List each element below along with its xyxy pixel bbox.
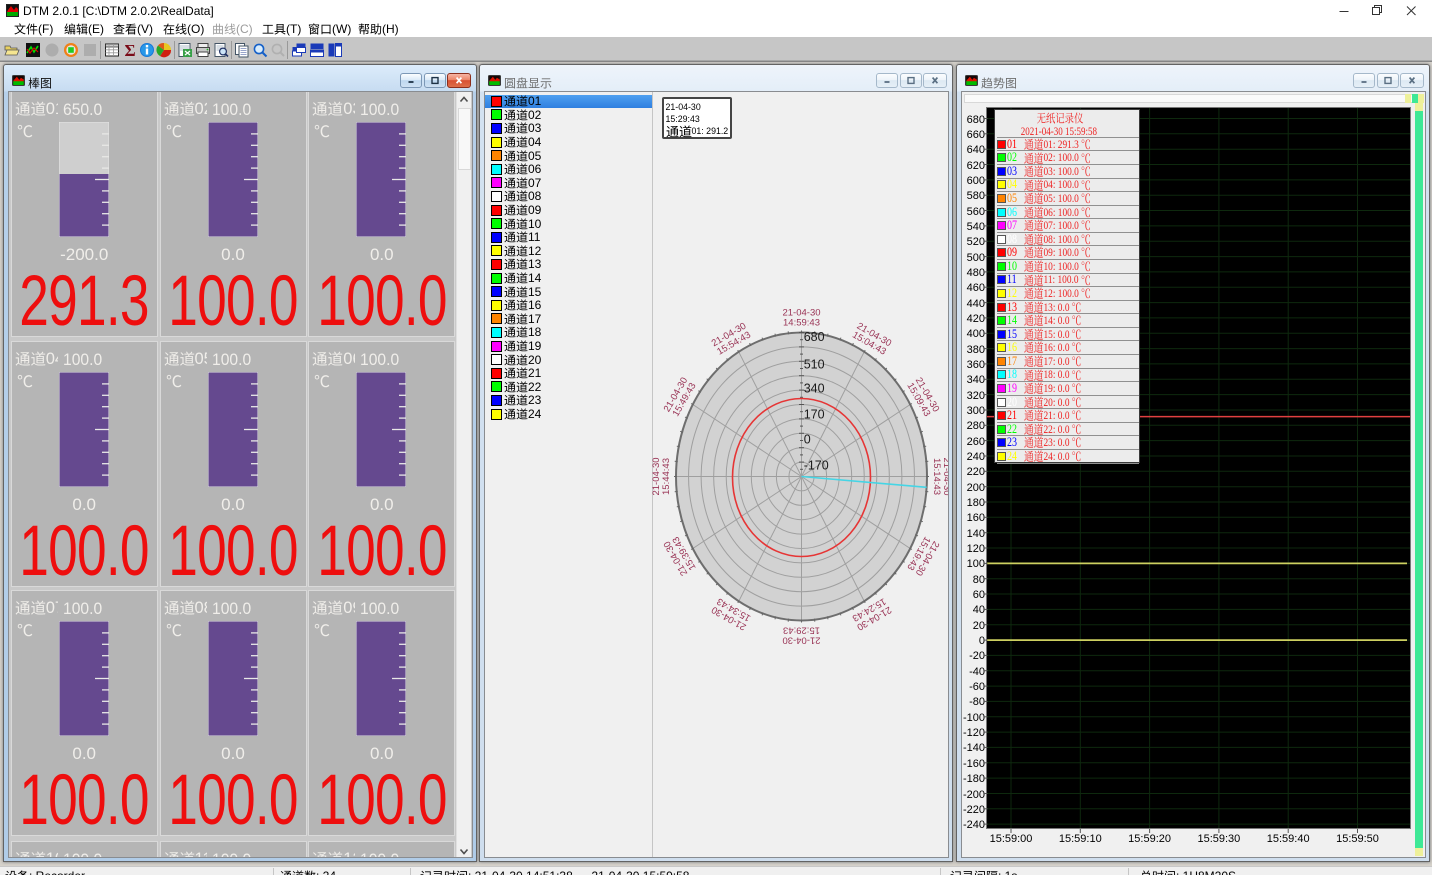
svg-text:-170: -170 [804, 459, 829, 473]
svg-text:15:44:43: 15:44:43 [661, 458, 672, 495]
svg-text:170: 170 [804, 408, 825, 422]
svg-text:0: 0 [804, 433, 811, 447]
svg-text:510: 510 [804, 358, 825, 372]
svg-text:680: 680 [804, 330, 825, 344]
svg-text:15:29:43: 15:29:43 [783, 625, 820, 636]
svg-text:Σ: Σ [124, 42, 135, 58]
svg-text:14:59:43: 14:59:43 [783, 318, 820, 329]
svg-text:15:14:43: 15:14:43 [931, 458, 942, 495]
svg-text:340: 340 [804, 382, 825, 396]
